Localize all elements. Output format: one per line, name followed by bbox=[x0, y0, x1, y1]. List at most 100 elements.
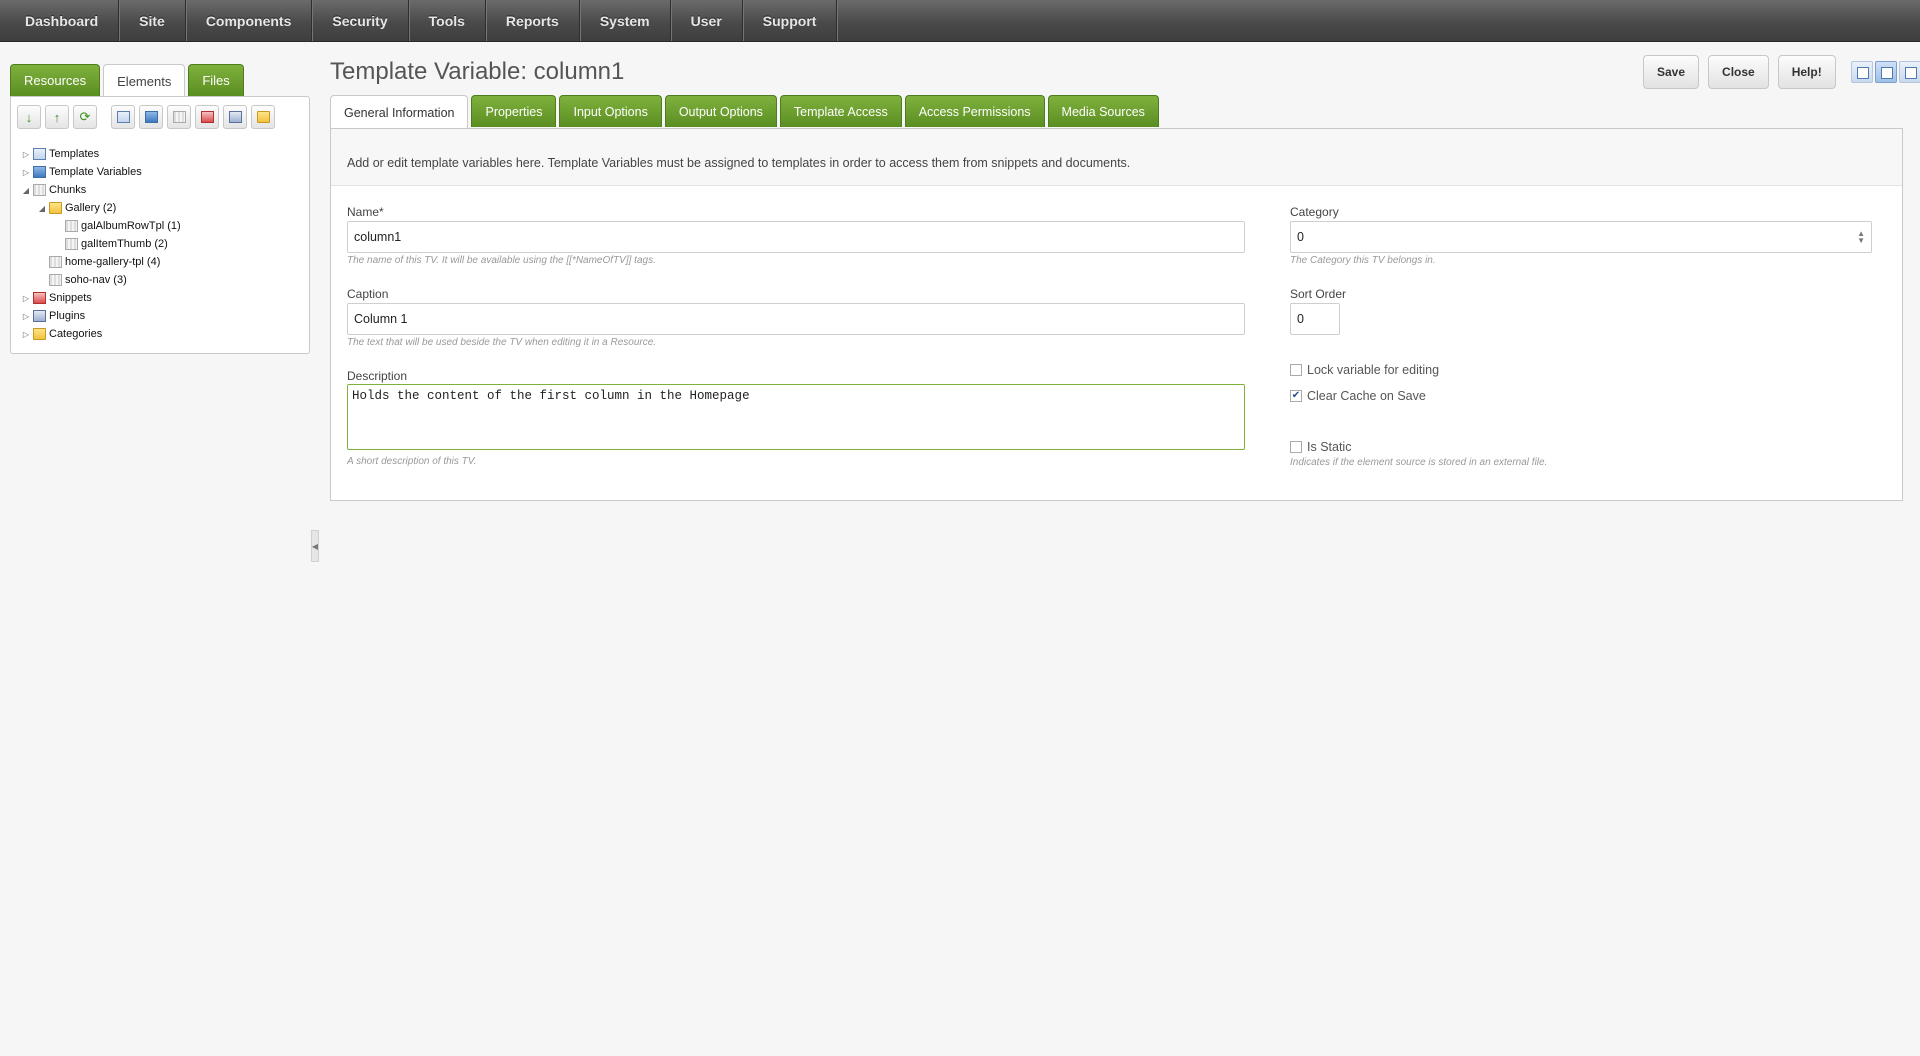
tree-item-label: Template Variables bbox=[49, 166, 142, 178]
name-hint: The name of this TV. It will be availabl… bbox=[347, 255, 656, 266]
is-static-checkbox[interactable] bbox=[1290, 441, 1302, 453]
caption-label: Caption bbox=[347, 287, 389, 301]
chunk-icon bbox=[33, 184, 46, 196]
tree-item-label: Templates bbox=[49, 148, 100, 160]
nav-tools[interactable]: Tools bbox=[409, 0, 486, 41]
expand-icon[interactable]: ▷ bbox=[21, 168, 31, 177]
tree-item-label: Snippets bbox=[49, 292, 92, 304]
chunk-icon bbox=[65, 220, 78, 232]
is-static-label: Is Static bbox=[1307, 440, 1352, 454]
snippet-icon bbox=[33, 292, 46, 304]
tree-item-snippets[interactable]: ▷ Snippets bbox=[21, 289, 181, 307]
nav-dashboard[interactable]: Dashboard bbox=[0, 0, 120, 41]
tree-item-label: Plugins bbox=[49, 310, 86, 322]
caption-field[interactable] bbox=[347, 303, 1245, 335]
expand-icon[interactable]: ▷ bbox=[21, 312, 31, 321]
nav-support[interactable]: Support bbox=[743, 0, 838, 41]
tab-template-access[interactable]: Template Access bbox=[779, 95, 902, 127]
collapse-icon[interactable]: ◢ bbox=[37, 204, 47, 213]
new-snippet-icon[interactable] bbox=[195, 105, 219, 129]
is-static-row[interactable]: Is Static bbox=[1290, 440, 1351, 454]
plugin-icon bbox=[33, 310, 46, 322]
select-arrows-icon: ▲ ▼ bbox=[1857, 229, 1865, 245]
tree-item-galalbumrowtpl[interactable]: galAlbumRowTpl (1) bbox=[21, 217, 181, 235]
name-label: Name* bbox=[347, 205, 384, 219]
tab-general-information[interactable]: General Information bbox=[330, 95, 469, 129]
chunk-icon bbox=[65, 238, 78, 250]
lock-variable-row[interactable]: Lock variable for editing bbox=[1290, 363, 1439, 377]
left-tabs: Resources Elements Files bbox=[10, 64, 244, 97]
caption-hint: The text that will be used beside the TV… bbox=[347, 337, 657, 348]
new-chunk-icon[interactable] bbox=[167, 105, 191, 129]
close-button[interactable]: Close bbox=[1708, 55, 1769, 89]
nav-site[interactable]: Site bbox=[119, 0, 186, 41]
tab-files[interactable]: Files bbox=[188, 64, 244, 96]
tab-resources[interactable]: Resources bbox=[10, 64, 101, 96]
tree-item-plugins[interactable]: ▷ Plugins bbox=[21, 307, 181, 325]
lock-variable-label: Lock variable for editing bbox=[1307, 363, 1440, 377]
tree-item-galitemthumb[interactable]: galItemThumb (2) bbox=[21, 235, 181, 253]
tree-item-templates[interactable]: ▷ Templates bbox=[21, 145, 181, 163]
tree-item-chunks[interactable]: ◢ Chunks bbox=[21, 181, 181, 199]
tree-item-template-variables[interactable]: ▷ Template Variables bbox=[21, 163, 181, 181]
tv-tabs: General Information Properties Input Opt… bbox=[330, 95, 1159, 129]
tree-item-gallery[interactable]: ◢ Gallery (2) bbox=[21, 199, 181, 217]
new-plugin-icon[interactable] bbox=[223, 105, 247, 129]
layout-center-icon[interactable] bbox=[1874, 61, 1897, 83]
tab-elements[interactable]: Elements bbox=[103, 64, 186, 97]
clear-cache-row[interactable]: ✔ Clear Cache on Save bbox=[1290, 389, 1426, 403]
chunk-icon bbox=[49, 256, 62, 268]
refresh-icon[interactable]: ⟳ bbox=[73, 105, 97, 129]
tab-properties[interactable]: Properties bbox=[471, 95, 557, 127]
tree-item-home-gallery-tpl[interactable]: home-gallery-tpl (4) bbox=[21, 253, 181, 271]
sort-order-field[interactable] bbox=[1290, 303, 1340, 335]
name-field[interactable] bbox=[347, 221, 1245, 253]
category-label: Category bbox=[1290, 205, 1339, 219]
nav-security[interactable]: Security bbox=[312, 0, 409, 41]
collapse-sidebar-handle[interactable]: ◀ bbox=[311, 530, 319, 562]
sort-order-label: Sort Order bbox=[1290, 287, 1347, 301]
tab-access-permissions[interactable]: Access Permissions bbox=[904, 95, 1045, 127]
is-static-hint: Indicates if the element source is store… bbox=[1290, 457, 1548, 468]
folder-icon bbox=[49, 202, 62, 214]
new-tv-icon[interactable] bbox=[139, 105, 163, 129]
page-title: Template Variable: column1 bbox=[330, 58, 625, 85]
sort-up-icon[interactable]: ↑ bbox=[45, 105, 69, 129]
help-button[interactable]: Help! bbox=[1777, 55, 1836, 89]
layout-toggle bbox=[1850, 61, 1920, 83]
layout-left-icon[interactable] bbox=[1850, 61, 1873, 83]
elements-toolbar: ↓ ↑ ⟳ bbox=[17, 105, 279, 129]
clear-cache-checkbox[interactable]: ✔ bbox=[1290, 390, 1302, 402]
new-template-icon[interactable] bbox=[111, 105, 135, 129]
tree-item-soho-nav[interactable]: soho-nav (3) bbox=[21, 271, 181, 289]
general-information-panel: Add or edit template variables here. Tem… bbox=[330, 128, 1903, 501]
top-nav: Dashboard Site Components Security Tools… bbox=[0, 0, 1920, 42]
description-label: Description bbox=[347, 369, 408, 383]
nav-system[interactable]: System bbox=[580, 0, 671, 41]
tab-input-options[interactable]: Input Options bbox=[559, 95, 662, 127]
save-button[interactable]: Save bbox=[1643, 55, 1700, 89]
expand-icon[interactable]: ▷ bbox=[21, 330, 31, 339]
tab-output-options[interactable]: Output Options bbox=[664, 95, 777, 127]
new-category-icon[interactable] bbox=[251, 105, 275, 129]
description-hint: A short description of this TV. bbox=[347, 456, 477, 467]
tree-item-label: Gallery (2) bbox=[65, 202, 117, 214]
clear-cache-label: Clear Cache on Save bbox=[1307, 389, 1426, 403]
elements-panel: ↓ ↑ ⟳ ▷ Templates ▷ Template Variables ◢… bbox=[10, 96, 310, 354]
tree-item-categories[interactable]: ▷ Categories bbox=[21, 325, 181, 343]
expand-icon[interactable]: ▷ bbox=[21, 150, 31, 159]
lock-variable-checkbox[interactable] bbox=[1290, 364, 1302, 376]
nav-user[interactable]: User bbox=[671, 0, 743, 41]
elements-tree: ▷ Templates ▷ Template Variables ◢ Chunk… bbox=[21, 145, 181, 343]
nav-reports[interactable]: Reports bbox=[486, 0, 580, 41]
layout-right-icon[interactable] bbox=[1898, 61, 1920, 83]
description-field[interactable]: Holds the content of the first column in… bbox=[347, 384, 1245, 450]
expand-icon[interactable]: ▷ bbox=[21, 294, 31, 303]
collapse-icon[interactable]: ◢ bbox=[21, 186, 31, 195]
tab-media-sources[interactable]: Media Sources bbox=[1047, 95, 1159, 127]
sort-down-icon[interactable]: ↓ bbox=[17, 105, 41, 129]
category-select[interactable]: 0 ▲ ▼ bbox=[1290, 221, 1872, 253]
nav-components[interactable]: Components bbox=[186, 0, 313, 41]
intro-text: Add or edit template variables here. Tem… bbox=[331, 129, 1902, 186]
folder-icon bbox=[33, 328, 46, 340]
